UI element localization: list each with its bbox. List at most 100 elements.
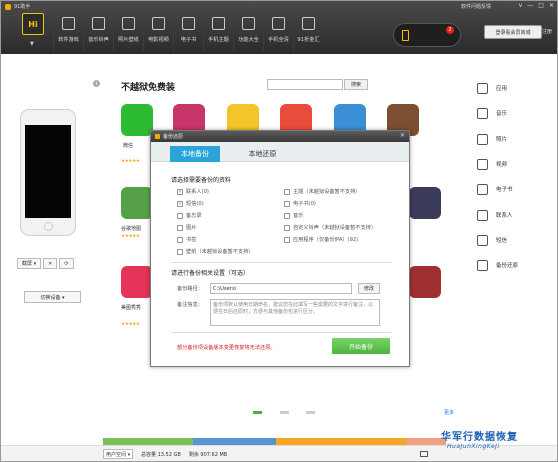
device-tools: 截屏 ▾ ✕ ⟳ xyxy=(17,258,74,269)
close-button[interactable]: ✕ xyxy=(549,2,554,9)
checkbox-box[interactable] xyxy=(284,200,290,207)
more-link[interactable]: 更多 xyxy=(444,409,454,416)
nav-item-tools[interactable]: 功能大全 xyxy=(233,13,263,51)
pager-dot[interactable] xyxy=(306,411,315,414)
checkbox-images[interactable]: 图片 xyxy=(177,224,196,231)
nav-item-theme[interactable]: 手机主题 xyxy=(203,13,233,51)
screenshot-button[interactable]: 截屏 ▾ xyxy=(17,258,42,269)
nav-item-ebook[interactable]: 电子书 xyxy=(173,13,203,51)
watermark: 华军行数据恢复 xyxy=(441,432,518,443)
checkbox-contacts[interactable]: ✓ 联系人(0) xyxy=(177,188,209,195)
sidebar-item-music[interactable]: 音乐 xyxy=(477,106,547,120)
checkbox-memo[interactable]: 备忘录 xyxy=(177,212,202,219)
tab-local-restore[interactable]: 本地还原 xyxy=(235,146,290,162)
search-input[interactable] xyxy=(267,79,343,90)
maximize-button[interactable]: □ xyxy=(538,2,544,9)
info-icon[interactable]: i xyxy=(93,80,100,87)
checkbox-box[interactable] xyxy=(284,188,290,195)
sidebar-item-backup[interactable]: 备份还原 xyxy=(477,258,547,272)
chevron-down-icon[interactable]: ▼ xyxy=(30,41,34,47)
app-label: 微信 xyxy=(123,143,134,149)
device-image xyxy=(20,109,76,236)
sidebar-item-sms[interactable]: 短信 xyxy=(477,233,547,247)
close-icon[interactable]: ✕ xyxy=(400,132,405,139)
checkbox-ebooks[interactable]: 电子书(0) xyxy=(284,200,316,207)
contact-icon xyxy=(477,209,488,221)
menu-button[interactable]: v xyxy=(519,2,523,9)
backup-dialog: 备份还原 ✕ 本地备份 本地还原 请选择需要备份的资料 ✓ 联系人(0) ✓ 短信(… xyxy=(150,130,410,367)
dialog-title-bar: 备份还原 xyxy=(151,131,409,142)
music-icon xyxy=(92,17,105,30)
folder-icon[interactable] xyxy=(420,451,428,457)
space-select[interactable]: 用户空间 ▾ xyxy=(103,449,133,459)
sidebar-item-apps[interactable]: 应用 xyxy=(477,81,547,95)
checkbox-box[interactable] xyxy=(177,248,183,255)
app-icon[interactable] xyxy=(409,266,441,298)
note-textarea[interactable]: 备份项默认使用日期命名，建议您在此填写一些需要的文字进行备注，以便在日后还原时，… xyxy=(210,299,380,326)
search-button[interactable]: 搜索 xyxy=(344,79,368,90)
sidebar-item-contacts[interactable]: 联系人 xyxy=(477,208,547,222)
sidebar-item-video[interactable]: 视频 xyxy=(477,157,547,171)
checkbox-label: 备忘录 xyxy=(186,213,202,219)
app-icon[interactable] xyxy=(121,104,153,136)
minimize-button[interactable]: — xyxy=(527,2,533,9)
login-button[interactable]: 登录看会员商城 xyxy=(484,25,542,39)
pager-dot-active[interactable] xyxy=(253,411,262,414)
tab-local-backup[interactable]: 本地备份 xyxy=(170,146,220,162)
rating-stars: ★★★★★ xyxy=(121,322,140,327)
photo-icon xyxy=(122,17,135,30)
checkbox-theme[interactable]: 主题（未越狱设备暂不支持） xyxy=(284,188,360,195)
nav-item-discount[interactable]: 91折金汇 xyxy=(293,13,323,51)
switch-device-button[interactable]: 切换设备 ▾ xyxy=(24,291,81,303)
pager-dot[interactable] xyxy=(280,411,289,414)
sidebar-item-ebook[interactable]: 电子书 xyxy=(477,182,547,196)
rating-stars: ★★★★★ xyxy=(121,234,140,239)
checkbox-box[interactable] xyxy=(284,224,290,231)
checkbox-box[interactable] xyxy=(284,236,290,243)
sidebar-item-label: 视频 xyxy=(496,162,508,168)
nav-item-photos[interactable]: 照片壁纸 xyxy=(113,13,143,51)
nav-label: 照片壁纸 xyxy=(118,37,139,43)
top-toolbar: 91助手 软件问题反馈 v — □ ✕ Hi ▼ 软件游戏 音乐铃声 照片壁纸 … xyxy=(1,1,557,54)
checkbox-music[interactable]: 音乐 xyxy=(284,212,303,219)
sidebar-item-photos[interactable]: 照片 xyxy=(477,132,547,146)
nav-item-apps[interactable]: 软件游戏 xyxy=(53,13,83,51)
app-icon[interactable] xyxy=(121,187,153,219)
checkbox-bookmarks[interactable]: 书签 xyxy=(177,236,196,243)
nav-item-video[interactable]: 电影视频 xyxy=(143,13,173,51)
register-link[interactable]: 注册 xyxy=(542,28,552,35)
device-status[interactable]: 2 xyxy=(393,23,461,47)
backup-path-field[interactable]: C:\Users\ xyxy=(210,283,352,294)
app-icon[interactable] xyxy=(121,266,153,298)
nav-item-music[interactable]: 音乐铃声 xyxy=(83,13,113,51)
checkbox-box[interactable]: ✓ xyxy=(177,200,183,207)
checkbox-wallpaper[interactable]: 壁纸（未越狱设备暂不支持） xyxy=(177,248,253,255)
checkbox-box[interactable] xyxy=(177,224,183,231)
checkbox-label: 自定义铃声（未越狱设备暂不支持） xyxy=(293,225,377,231)
checkbox-ringtones[interactable]: 自定义铃声（未越狱设备暂不支持） xyxy=(284,224,376,231)
hi-home-button[interactable]: Hi xyxy=(22,13,44,35)
checkbox-box[interactable] xyxy=(177,212,183,219)
sidebar-item-label: 电子书 xyxy=(496,187,513,193)
refresh-button[interactable]: ⟳ xyxy=(59,258,74,269)
backup-section-title: 请选择需要备份的资料 xyxy=(171,177,232,184)
book-icon xyxy=(182,17,195,30)
film-icon xyxy=(152,17,165,30)
storage-bar-segment xyxy=(406,438,446,445)
section-title: 不越狱免费装 xyxy=(121,83,176,93)
modify-path-button[interactable]: 修改 xyxy=(358,283,380,294)
checkbox-sms[interactable]: ✓ 短信(0) xyxy=(177,200,204,207)
app-icon[interactable] xyxy=(409,187,441,219)
feedback-link[interactable]: 软件问题反馈 xyxy=(461,3,491,10)
checkbox-apps[interactable]: 应用程序（仅备份IPA）(92) xyxy=(284,236,358,243)
checkbox-label: 音乐 xyxy=(293,213,304,219)
disconnect-button[interactable]: ✕ xyxy=(43,258,58,269)
checkbox-box[interactable] xyxy=(284,212,290,219)
theme-icon xyxy=(212,17,225,30)
nav-item-clean[interactable]: 手机全清 xyxy=(263,13,293,51)
checkbox-box[interactable]: ✓ xyxy=(177,188,183,195)
discount-icon xyxy=(302,17,315,30)
checkbox-box[interactable] xyxy=(177,236,183,243)
sidebar-item-label: 短信 xyxy=(496,238,508,244)
start-backup-button[interactable]: 开始备份 xyxy=(332,338,390,354)
